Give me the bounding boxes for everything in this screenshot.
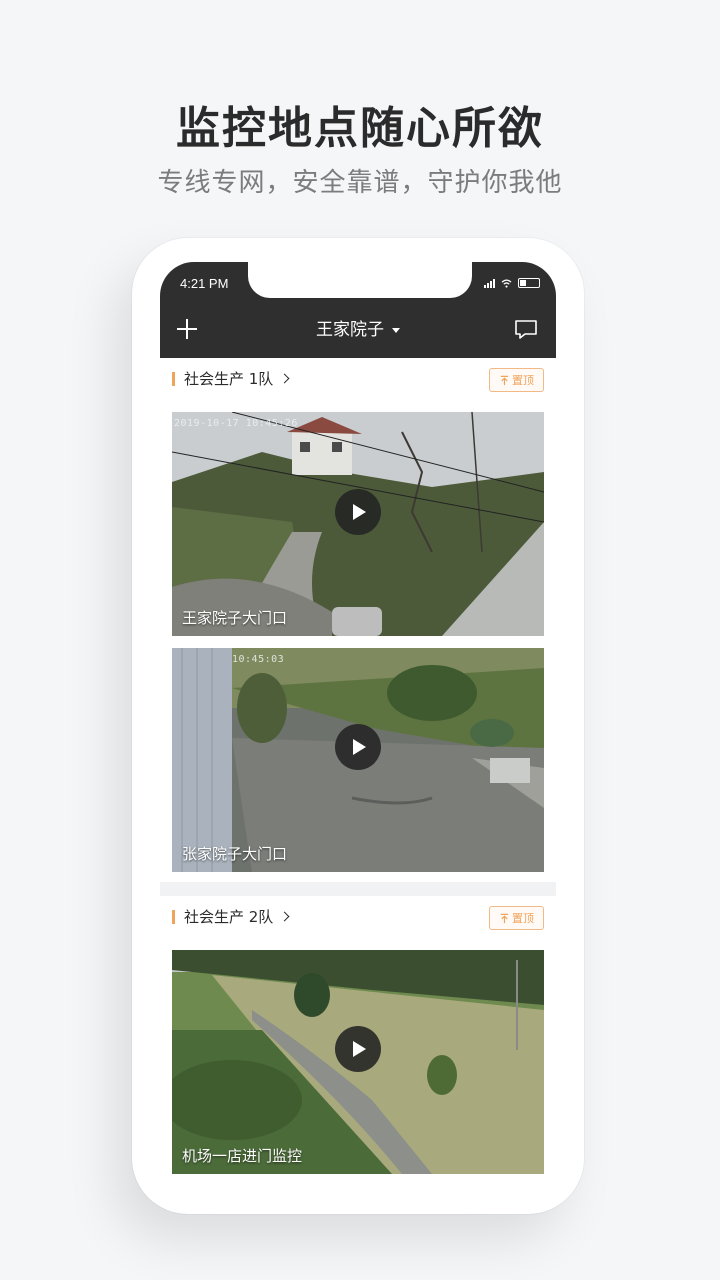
camera-label: 王家院子大门口 xyxy=(182,609,288,627)
camera-card[interactable]: 2019-10-17 10:45:26 王家院子大门口 xyxy=(172,412,544,636)
camera-timestamp: 2019-10-17 10:45:26 xyxy=(174,418,298,429)
group-title-row: 社会生产 1队 xyxy=(184,368,290,390)
top-bar: 4:21 PM 王家院子 xyxy=(160,262,556,358)
promo-title: 监控地点随心所欲 xyxy=(176,103,544,154)
pin-button[interactable]: 置顶 xyxy=(489,906,544,930)
group-header[interactable]: 社会生产 2队 置顶 xyxy=(160,896,556,940)
play-icon[interactable] xyxy=(335,489,381,535)
group-title-row: 社会生产 2队 xyxy=(184,906,290,928)
chevron-right-icon xyxy=(279,911,290,922)
pin-label: 置顶 xyxy=(512,912,534,925)
accent-bar xyxy=(172,910,175,924)
camera-timestamp: 10:45:03 xyxy=(232,654,285,665)
battery-icon xyxy=(518,278,540,288)
pin-label: 置顶 xyxy=(512,374,534,387)
group-section: 社会生产 2队 置顶 机场一店进门监控 xyxy=(160,896,556,1206)
location-title: 王家院子 xyxy=(316,320,384,340)
chevron-down-icon xyxy=(392,327,400,333)
play-icon[interactable] xyxy=(335,1026,381,1072)
accent-bar xyxy=(172,372,175,386)
group-section: 社会生产 1队 置顶 2019-10-17 10:45:26 王家院子大门口 1… xyxy=(160,358,556,882)
phone-frame: 4:21 PM 王家院子 社会生产 1队 置顶 2019-10-17 10:45… xyxy=(132,238,584,1214)
location-selector[interactable]: 王家院子 xyxy=(160,318,556,342)
app-screen: 4:21 PM 王家院子 社会生产 1队 置顶 2019-10-17 10:45… xyxy=(160,262,556,1206)
pin-icon xyxy=(500,913,509,923)
wifi-icon xyxy=(501,278,512,288)
status-icons xyxy=(484,278,540,288)
camera-label: 张家院子大门口 xyxy=(182,845,288,863)
promo-subtitle: 专线专网，安全靠谱，守护你我他 xyxy=(157,168,563,198)
camera-card[interactable]: 机场一店进门监控 xyxy=(172,950,544,1174)
camera-card[interactable]: 10:45:03 张家院子大门口 xyxy=(172,648,544,872)
chevron-right-icon xyxy=(279,373,290,384)
group-header[interactable]: 社会生产 1队 置顶 xyxy=(160,358,556,402)
play-icon[interactable] xyxy=(335,724,381,770)
phone-notch xyxy=(248,262,472,298)
status-time: 4:21 PM xyxy=(180,276,229,291)
camera-label: 机场一店进门监控 xyxy=(182,1147,303,1165)
signal-icon xyxy=(484,278,495,288)
pin-icon xyxy=(500,375,509,385)
group-title: 社会生产 1队 xyxy=(184,370,274,388)
message-icon[interactable] xyxy=(514,319,538,341)
pin-button[interactable]: 置顶 xyxy=(489,368,544,392)
group-title: 社会生产 2队 xyxy=(184,908,274,926)
